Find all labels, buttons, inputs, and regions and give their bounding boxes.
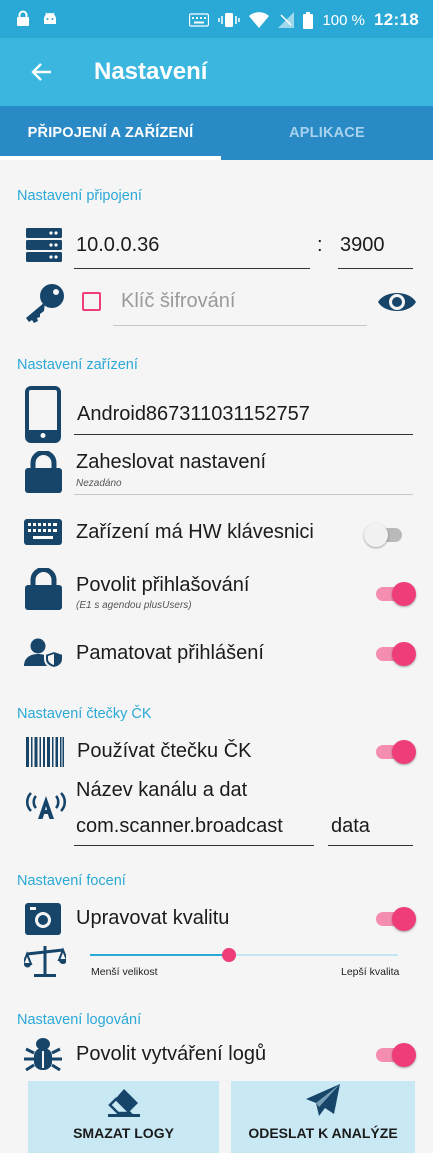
- server-icon: [26, 228, 62, 262]
- allow-login-label: Povolit přihlašování: [76, 574, 250, 596]
- send-icon: [306, 1084, 340, 1116]
- slider-min-label: Menší velikost: [91, 966, 158, 978]
- page-title: Nastavení: [94, 58, 208, 85]
- user-shield-icon: [24, 638, 64, 668]
- wifi-icon: [249, 12, 270, 28]
- quality-slider-thumb[interactable]: [222, 948, 236, 962]
- channel-underline: [74, 845, 314, 846]
- encryption-key-input[interactable]: Klíč šifrování: [121, 290, 235, 313]
- send-analysis-label: ODESLAT K ANALÝZE: [248, 1125, 398, 1141]
- clock: 12:18: [374, 10, 419, 29]
- camera-icon: [25, 903, 61, 935]
- section-header-connection: Nastavení připojení: [17, 188, 142, 204]
- eye-icon[interactable]: [377, 288, 417, 316]
- battery-percent: 100 %: [322, 11, 366, 29]
- vibrate-icon: [218, 13, 241, 27]
- host-port-separator: :: [317, 234, 323, 256]
- quality-slider-fill: [90, 954, 229, 956]
- use-scanner-toggle[interactable]: [374, 738, 416, 764]
- no-signal-icon: [278, 12, 295, 28]
- port-underline: [338, 268, 413, 269]
- enable-logs-toggle[interactable]: [374, 1041, 416, 1067]
- quality-slider-track[interactable]: [90, 948, 398, 962]
- allow-login-note: (E1 s agendou plusUsers): [76, 600, 192, 611]
- lock-icon: [25, 568, 62, 610]
- send-analysis-button[interactable]: ODESLAT K ANALÝZE: [231, 1081, 415, 1153]
- clear-logs-label: SMAZAT LOGY: [73, 1125, 174, 1141]
- section-header-device: Nastavení zařízení: [17, 357, 138, 373]
- app-bar: Nastavení: [0, 38, 433, 106]
- hw-keyboard-label: Zařízení má HW klávesnici: [76, 521, 314, 543]
- host-input[interactable]: 10.0.0.36: [76, 234, 159, 257]
- battery-icon: [303, 11, 314, 29]
- password-status: Nezadáno: [76, 478, 122, 489]
- adjust-quality-label: Upravovat kvalitu: [76, 907, 230, 929]
- allow-login-toggle[interactable]: [374, 580, 416, 606]
- phone-icon: [25, 386, 61, 443]
- tab-application[interactable]: APLIKACE: [221, 106, 433, 160]
- data-input[interactable]: data: [331, 815, 370, 838]
- remember-login-label: Pamatovat přihlášení: [76, 642, 264, 664]
- channel-label: Název kanálu a dat: [76, 779, 248, 801]
- clear-logs-button[interactable]: SMAZAT LOGY: [28, 1081, 219, 1153]
- password-setting-label[interactable]: Zaheslovat nastavení: [76, 451, 266, 474]
- device-name-input[interactable]: Android867311031152757: [77, 403, 310, 426]
- password-underline: [74, 494, 413, 495]
- keyboard-icon: [189, 13, 210, 27]
- key-icon: [26, 284, 64, 323]
- section-header-scanner: Nastavení čtečky ČK: [17, 706, 152, 722]
- barcode-icon: [26, 737, 64, 767]
- lock-icon: [17, 10, 29, 26]
- android-icon: [44, 12, 56, 24]
- lock-icon: [25, 451, 62, 493]
- keyboard-icon: [24, 519, 62, 545]
- hw-keyboard-toggle[interactable]: [364, 521, 406, 547]
- enable-logs-label: Povolit vytváření logů: [76, 1043, 267, 1065]
- eraser-icon: [107, 1089, 140, 1117]
- tab-label: APLIKACE: [289, 125, 365, 141]
- use-scanner-label: Používat čtečku ČK: [77, 740, 252, 762]
- status-bar: 100 % 12:18: [0, 0, 433, 38]
- adjust-quality-toggle[interactable]: [374, 905, 416, 931]
- port-input[interactable]: 3900: [340, 234, 385, 257]
- encryption-underline: [113, 325, 367, 326]
- tab-bar: PŘIPOJENÍ A ZAŘÍZENÍ APLIKACE: [0, 106, 433, 160]
- section-header-photo: Nastavení focení: [17, 873, 126, 889]
- section-header-logging: Nastavení logování: [17, 1012, 142, 1028]
- tab-indicator: [0, 156, 221, 160]
- slider-max-label: Lepší kvalita: [341, 966, 400, 978]
- channel-input[interactable]: com.scanner.broadcast: [76, 815, 283, 838]
- broadcast-antenna-icon: [25, 792, 67, 819]
- host-underline: [74, 268, 310, 269]
- device-name-underline: [74, 434, 413, 435]
- remember-login-toggle[interactable]: [374, 640, 416, 666]
- tab-connection-device[interactable]: PŘIPOJENÍ A ZAŘÍZENÍ: [0, 106, 221, 160]
- bug-icon: [24, 1038, 62, 1071]
- data-underline: [328, 845, 413, 846]
- tab-label: PŘIPOJENÍ A ZAŘÍZENÍ: [27, 125, 194, 141]
- arrow-back-icon[interactable]: [30, 61, 52, 83]
- encryption-checkbox[interactable]: [82, 292, 101, 311]
- scale-balance-icon: [24, 946, 66, 977]
